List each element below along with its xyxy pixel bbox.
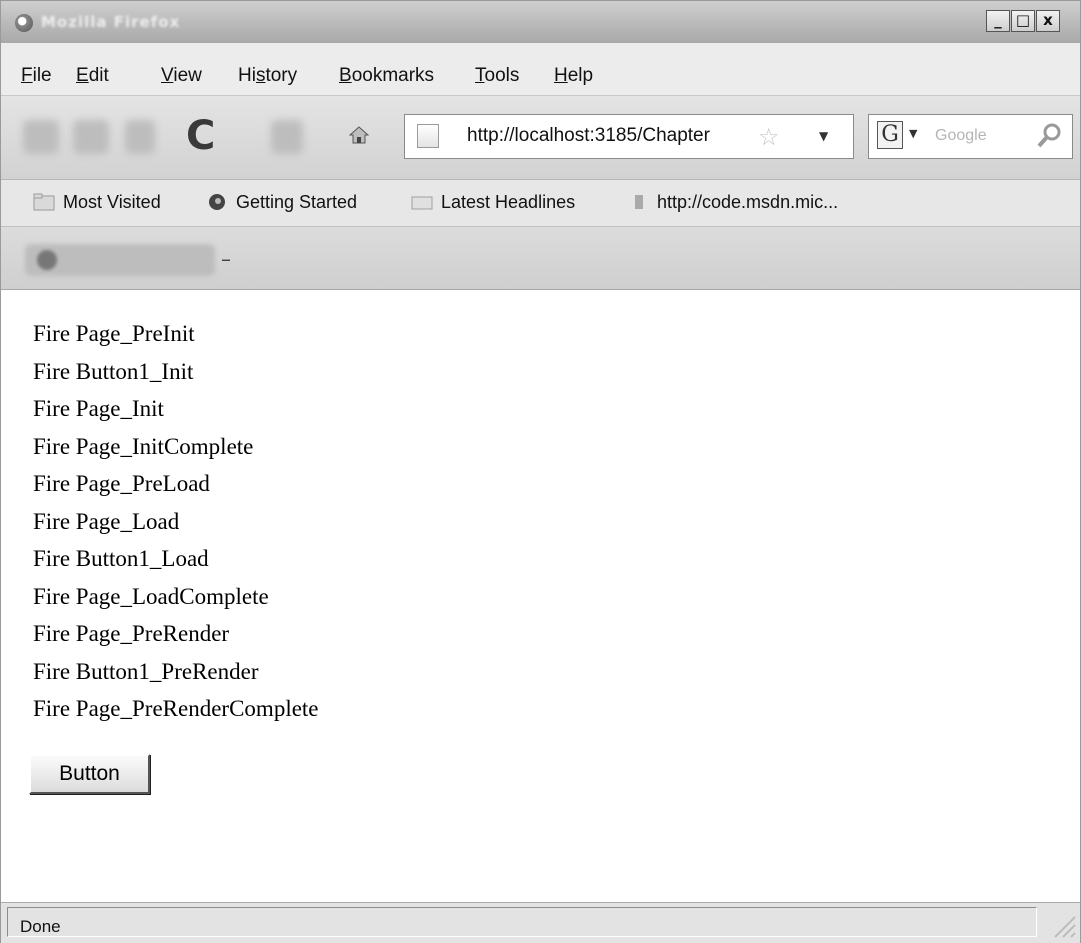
menu-bar: File Edit View History Bookmarks Tools H… xyxy=(1,43,1080,96)
firefox-icon xyxy=(15,14,33,32)
menu-label-rest: elp xyxy=(567,65,594,86)
star-icon[interactable]: ☆ xyxy=(758,123,780,151)
address-dropdown-icon[interactable]: ▼ xyxy=(819,129,828,143)
address-bar[interactable]: http://localhost:3185/Chapter ☆ ▼ xyxy=(404,114,854,159)
menu-label-rest: tory xyxy=(265,65,298,86)
rss-folder-icon xyxy=(411,196,433,210)
menu-label-rest: Hi xyxy=(238,65,256,86)
addon-dropdown-icon[interactable]: – xyxy=(221,247,231,271)
log-line: Fire Button1_PreRender xyxy=(33,658,259,684)
log-line: Fire Page_InitComplete xyxy=(33,433,254,459)
resize-grip-icon[interactable] xyxy=(1051,911,1077,939)
menu-label-rest: iew xyxy=(173,65,202,86)
history-dropdown-icon[interactable] xyxy=(125,120,155,154)
bookmarks-toolbar: Most Visited Getting Started Latest Head… xyxy=(1,180,1080,227)
page-icon xyxy=(635,195,643,209)
menu-mnemonic: H xyxy=(554,65,568,86)
status-text: Done xyxy=(20,917,61,936)
bookmark-label: Most Visited xyxy=(63,192,161,212)
magnifier-icon[interactable] xyxy=(1035,121,1065,151)
menu-history[interactable]: History xyxy=(238,65,297,87)
navigation-toolbar: C http://localhost:3185/Chapter ☆ ▼ G ▼ … xyxy=(1,96,1080,180)
event-log: Fire Page_PreInit Fire Button1_Init Fire… xyxy=(33,315,319,728)
title-bar: Mozilla Firefox _ □ x xyxy=(1,1,1080,43)
home-icon[interactable] xyxy=(349,126,369,144)
menu-tools[interactable]: Tools xyxy=(475,65,519,87)
page-icon xyxy=(417,124,439,148)
menu-edit[interactable]: Edit xyxy=(76,65,109,87)
back-icon[interactable] xyxy=(23,120,59,154)
log-line: Fire Page_Init xyxy=(33,396,164,421)
status-bar: Done xyxy=(1,902,1080,943)
search-engine-dropdown-icon[interactable]: ▼ xyxy=(909,127,917,140)
forward-icon[interactable] xyxy=(73,120,109,154)
menu-view[interactable]: View xyxy=(161,65,202,87)
log-line: Fire Page_PreRender xyxy=(33,621,230,646)
google-icon[interactable]: G xyxy=(877,121,903,149)
stop-icon[interactable] xyxy=(271,120,303,154)
status-panel: Done xyxy=(7,907,1037,937)
log-line: Fire Page_PreLoad xyxy=(33,471,210,496)
search-bar[interactable]: G ▼ Google xyxy=(868,114,1073,159)
bookmark-most-visited[interactable]: Most Visited xyxy=(33,192,183,214)
bookmark-latest-headlines[interactable]: Latest Headlines xyxy=(411,192,611,214)
menu-label-rest: ookmarks xyxy=(351,65,435,86)
window-title: Mozilla Firefox xyxy=(41,13,181,31)
log-line: Fire Page_PreInit xyxy=(33,321,195,346)
log-line: Fire Page_PreRenderComplete xyxy=(33,696,319,721)
reload-icon[interactable]: C xyxy=(186,113,215,159)
browser-window: Mozilla Firefox _ □ x File Edit View His… xyxy=(0,0,1081,943)
menu-bookmarks[interactable]: Bookmarks xyxy=(339,65,434,87)
menu-mnemonic: T xyxy=(475,65,485,86)
firefox-icon xyxy=(209,194,225,210)
addon-icon xyxy=(37,250,57,270)
log-line: Fire Button1_Init xyxy=(33,358,194,384)
maximize-button[interactable]: □ xyxy=(1011,10,1035,32)
addon-toolbar: – xyxy=(1,227,1080,290)
page-button[interactable]: Button xyxy=(29,754,150,794)
bookmark-label: Getting Started xyxy=(236,192,358,212)
menu-label-rest: ools xyxy=(484,65,520,86)
bookmark-label: Latest Headlines xyxy=(441,192,576,212)
folder-icon xyxy=(33,193,55,211)
bookmark-label: http://code.msdn.mic... xyxy=(657,192,839,212)
menu-mnemonic: V xyxy=(161,65,174,86)
bookmark-getting-started[interactable]: Getting Started xyxy=(206,192,391,214)
page-content: Fire Page_PreInit Fire Button1_Init Fire… xyxy=(1,290,1080,902)
menu-mnemonic: B xyxy=(339,65,352,86)
menu-file[interactable]: File xyxy=(21,65,52,87)
menu-label-rest: ile xyxy=(32,65,52,86)
bookmark-msdn[interactable]: http://code.msdn.mic... xyxy=(627,192,907,214)
menu-mnemonic: E xyxy=(76,65,89,86)
menu-help[interactable]: Help xyxy=(554,65,593,87)
menu-mnemonic: F xyxy=(21,65,33,86)
search-input[interactable]: Google xyxy=(935,127,987,145)
menu-label-rest: dit xyxy=(88,65,109,86)
address-input[interactable]: http://localhost:3185/Chapter xyxy=(467,125,710,147)
log-line: Fire Button1_Load xyxy=(33,546,209,571)
close-button[interactable]: x xyxy=(1036,10,1060,32)
log-line: Fire Page_Load xyxy=(33,508,180,534)
log-line: Fire Page_LoadComplete xyxy=(33,583,269,609)
minimize-button[interactable]: _ xyxy=(986,10,1010,32)
